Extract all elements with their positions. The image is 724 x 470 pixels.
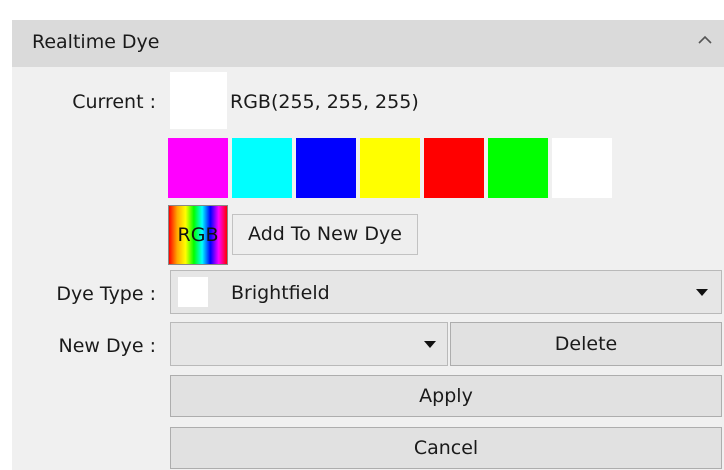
palette-swatch-yellow[interactable] xyxy=(360,138,420,198)
palette-swatch-green[interactable] xyxy=(488,138,548,198)
new-dye-label: New Dye : xyxy=(58,335,157,357)
palette-swatch-blue[interactable] xyxy=(296,138,356,198)
new-dye-select[interactable] xyxy=(170,322,448,366)
dye-type-value: Brightfield xyxy=(231,282,330,304)
dye-type-label: Dye Type : xyxy=(56,283,156,305)
chevron-down-icon xyxy=(696,289,708,296)
panel-title: Realtime Dye xyxy=(32,31,160,53)
rgb-picker-label: RGB xyxy=(177,224,219,246)
palette-swatch-magenta[interactable] xyxy=(168,138,228,198)
delete-button[interactable]: Delete xyxy=(450,322,722,366)
cancel-button[interactable]: Cancel xyxy=(170,427,722,469)
chevron-down-icon xyxy=(424,341,436,348)
current-rgb-value: RGB(255, 255, 255) xyxy=(230,91,419,113)
dye-type-swatch xyxy=(178,277,208,307)
rgb-picker-button[interactable]: RGB xyxy=(168,205,228,265)
add-to-new-dye-button[interactable]: Add To New Dye xyxy=(232,214,418,255)
current-label: Current : xyxy=(72,91,156,113)
panel-header[interactable]: Realtime Dye xyxy=(12,20,724,67)
dye-type-select[interactable]: Brightfield xyxy=(170,270,722,314)
apply-button[interactable]: Apply xyxy=(170,375,722,417)
palette-swatch-cyan[interactable] xyxy=(232,138,292,198)
palette-swatch-white[interactable] xyxy=(552,138,612,198)
palette-swatch-red[interactable] xyxy=(424,138,484,198)
chevron-up-icon[interactable] xyxy=(696,33,714,47)
current-color-swatch xyxy=(170,72,227,129)
